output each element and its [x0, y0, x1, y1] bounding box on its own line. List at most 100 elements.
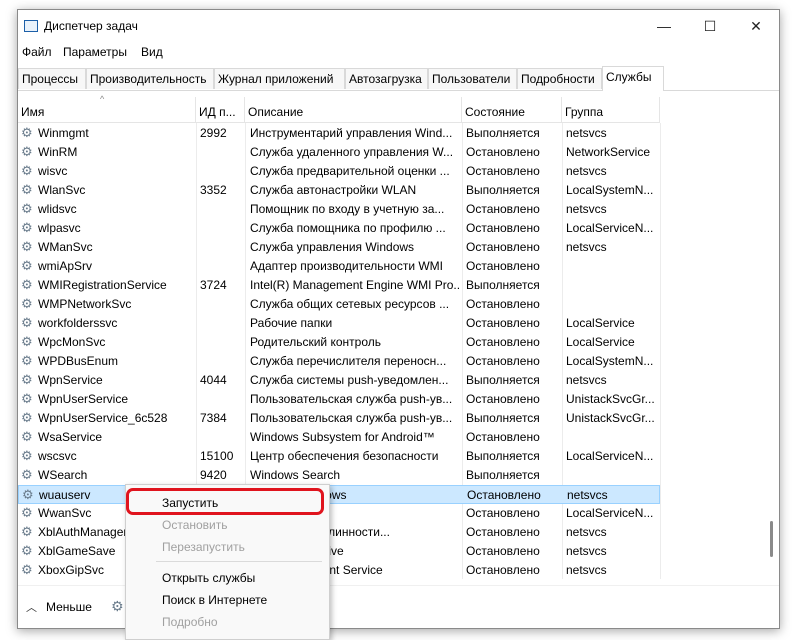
menu-bar: Файл Параметры Вид — [18, 42, 779, 64]
context-menu: Запустить Остановить Перезапустить Откры… — [125, 484, 330, 640]
cell-group: LocalSystemN... — [566, 183, 654, 197]
table-row[interactable]: ⚙ WinRM Служба удаленного управления W... О… — [18, 143, 660, 162]
maximize-icon: ☐ — [703, 17, 717, 34]
table-row[interactable]: ⚙ wscsvc 15100 Центр обеспечения безопаснос… — [18, 447, 660, 466]
menu-options[interactable]: Параметры — [63, 45, 127, 59]
table-row[interactable]: ⚙ WpnUserService Пользовательская служба p… — [18, 390, 660, 409]
vertical-scrollbar[interactable] — [765, 97, 779, 579]
cell-group: LocalService — [566, 316, 635, 330]
cell-group: UnistackSvcGr... — [566, 392, 655, 406]
cell-status: Выполняется — [466, 411, 540, 425]
table-row[interactable]: ⚙ WMPNetworkSvc Служба общих сетевых ресур… — [18, 295, 660, 314]
service-gear-icon: ⚙ — [21, 505, 33, 520]
tab-services[interactable]: Службы — [602, 66, 664, 91]
less-details-link[interactable]: Меньше — [46, 600, 92, 614]
service-gear-icon: ⚙ — [21, 201, 33, 216]
context-menu-stop[interactable]: Остановить — [162, 518, 228, 532]
title-bar[interactable]: Диспетчер задач — ☐ ✕ — [18, 10, 779, 42]
table-row[interactable]: ⚙ WSearch 9420 Windows Search Выполняется — [18, 466, 660, 485]
table-header: Имя ^ ИД п... Описание Состояние Группа — [18, 94, 660, 123]
table-row[interactable]: ⚙ WManSvc Служба управления Windows Останов… — [18, 238, 660, 257]
service-gear-icon: ⚙ — [21, 315, 33, 330]
table-row[interactable]: ⚙ wmiApSrv Адаптер производительности WMI О… — [18, 257, 660, 276]
col-header-pid[interactable]: ИД п... — [196, 97, 245, 123]
service-gear-icon: ⚙ — [21, 163, 33, 178]
minimize-icon: — — [657, 18, 671, 34]
context-menu-restart[interactable]: Перезапустить — [162, 540, 245, 554]
table-row[interactable]: ⚙ wlpasvc Служба помощника по профилю ... О… — [18, 219, 660, 238]
menu-view[interactable]: Вид — [141, 45, 163, 59]
task-manager-icon — [24, 20, 38, 32]
cell-name: workfolderssvc — [38, 316, 118, 330]
context-menu-open-services[interactable]: Открыть службы — [162, 571, 255, 585]
cell-name: WpnService — [38, 373, 103, 387]
close-button[interactable]: ✕ — [733, 10, 779, 42]
table-row[interactable]: ⚙ WpcMonSvc Родительский контроль Остановле… — [18, 333, 660, 352]
cell-name: WMPNetworkSvc — [38, 297, 132, 311]
cell-desc: Служба удаленного управления W... — [250, 145, 454, 159]
cell-status: Остановлено — [466, 297, 540, 311]
table-row[interactable]: ⚙WwanSvc...ка WWANОстановленоLocalServic… — [18, 504, 660, 523]
tab-startup[interactable]: Автозагрузка — [345, 68, 428, 89]
cell-group: netsvcs — [566, 544, 607, 558]
tab-processes[interactable]: Процессы — [18, 68, 86, 89]
tab-details[interactable]: Подробности — [517, 68, 602, 89]
service-gear-icon: ⚙ — [21, 258, 33, 273]
table-row[interactable]: ⚙XblGameSave...гр на Xbox LiveОстановлен… — [18, 542, 660, 561]
cell-name: WlanSvc — [38, 183, 86, 197]
tab-users[interactable]: Пользователи — [428, 68, 517, 89]
cell-status: Выполняется — [466, 468, 540, 482]
table-row[interactable]: ⚙ Winmgmt 2992 Инструментарий управления Wi… — [18, 124, 660, 143]
cell-pid: 3352 — [200, 183, 227, 197]
scrollbar-thumb[interactable] — [770, 521, 773, 557]
cell-desc: Служба управления Windows — [250, 240, 415, 254]
table-row[interactable]: ⚙ WpnService 4044 Служба системы push-уведо… — [18, 371, 660, 390]
context-menu-search-online[interactable]: Поиск в Интернете — [162, 593, 267, 607]
cell-desc: Служба помощника по профилю ... — [250, 221, 446, 235]
table-row[interactable]: ⚙ WsaService Windows Subsystem for Android… — [18, 428, 660, 447]
cell-group: LocalService — [566, 335, 635, 349]
service-gear-icon: ⚙ — [21, 467, 33, 482]
col-header-status[interactable]: Состояние — [462, 97, 562, 123]
cell-desc: Помощник по входу в учетную за... — [250, 202, 445, 216]
cell-group: netsvcs — [567, 488, 608, 502]
service-gear-icon: ⚙ — [21, 144, 33, 159]
sort-arrow-icon: ^ — [100, 94, 105, 104]
table-row[interactable]: ⚙ WPDBusEnum Служба перечислителя переносн… — [18, 352, 660, 371]
cell-status: Выполняется — [466, 449, 540, 463]
table-row[interactable]: ⚙ WMIRegistrationService 3724 Intel(R) Mana… — [18, 276, 660, 295]
cell-group: netsvcs — [566, 240, 607, 254]
menu-file[interactable]: Файл — [22, 45, 52, 59]
context-menu-details[interactable]: Подробно — [162, 615, 218, 629]
table-row[interactable]: ⚙XboxGipSvc...y Management ServiceОстано… — [18, 561, 660, 580]
cell-status: Остановлено — [466, 202, 540, 216]
table-row[interactable]: ⚙ wlidsvc Помощник по входу в учетную за..… — [18, 200, 660, 219]
cell-status: Остановлено — [466, 145, 540, 159]
minimize-button[interactable]: — — [641, 10, 687, 42]
table-row[interactable]: ⚙ WlanSvc 3352 Служба автонастройки WLAN Вып… — [18, 181, 660, 200]
table-row[interactable]: ⚙wuauserv...ления WindowsОстановленоnets… — [18, 485, 660, 504]
service-gear-icon: ⚙ — [21, 182, 33, 197]
table-row[interactable]: ⚙ wisvc Служба предварительной оценки ... О… — [18, 162, 660, 181]
service-gear-icon: ⚙ — [21, 391, 33, 406]
table-row[interactable]: ⚙ WpnUserService_6c528 7384 Пользовательска… — [18, 409, 660, 428]
table-row[interactable]: ⚙XblAuthManager...роверки подлинности...… — [18, 523, 660, 542]
cell-name: WMIRegistrationService — [38, 278, 167, 292]
table-row[interactable]: ⚙ workfolderssvc Рабочие папки Остановлено L… — [18, 314, 660, 333]
col-header-group[interactable]: Группа — [562, 97, 660, 123]
cell-group: LocalSystemN... — [566, 354, 654, 368]
highlight-box — [126, 488, 324, 515]
cell-name: wlpasvc — [38, 221, 81, 235]
gear-icon[interactable]: ⚙ — [111, 598, 124, 615]
col-header-description[interactable]: Описание — [245, 97, 462, 123]
maximize-button[interactable]: ☐ — [687, 10, 733, 42]
chevron-up-icon[interactable]: ︿ — [26, 599, 37, 615]
cell-group: LocalServiceN... — [566, 506, 654, 520]
tab-app-history[interactable]: Журнал приложений — [214, 68, 345, 89]
cell-group: LocalServiceN... — [566, 221, 654, 235]
tab-performance[interactable]: Производительность — [86, 68, 214, 89]
col-header-name[interactable]: Имя ^ — [18, 94, 196, 123]
cell-status: Остановлено — [467, 488, 541, 502]
cell-name: WManSvc — [38, 240, 93, 254]
cell-desc: Родительский контроль — [250, 335, 381, 349]
